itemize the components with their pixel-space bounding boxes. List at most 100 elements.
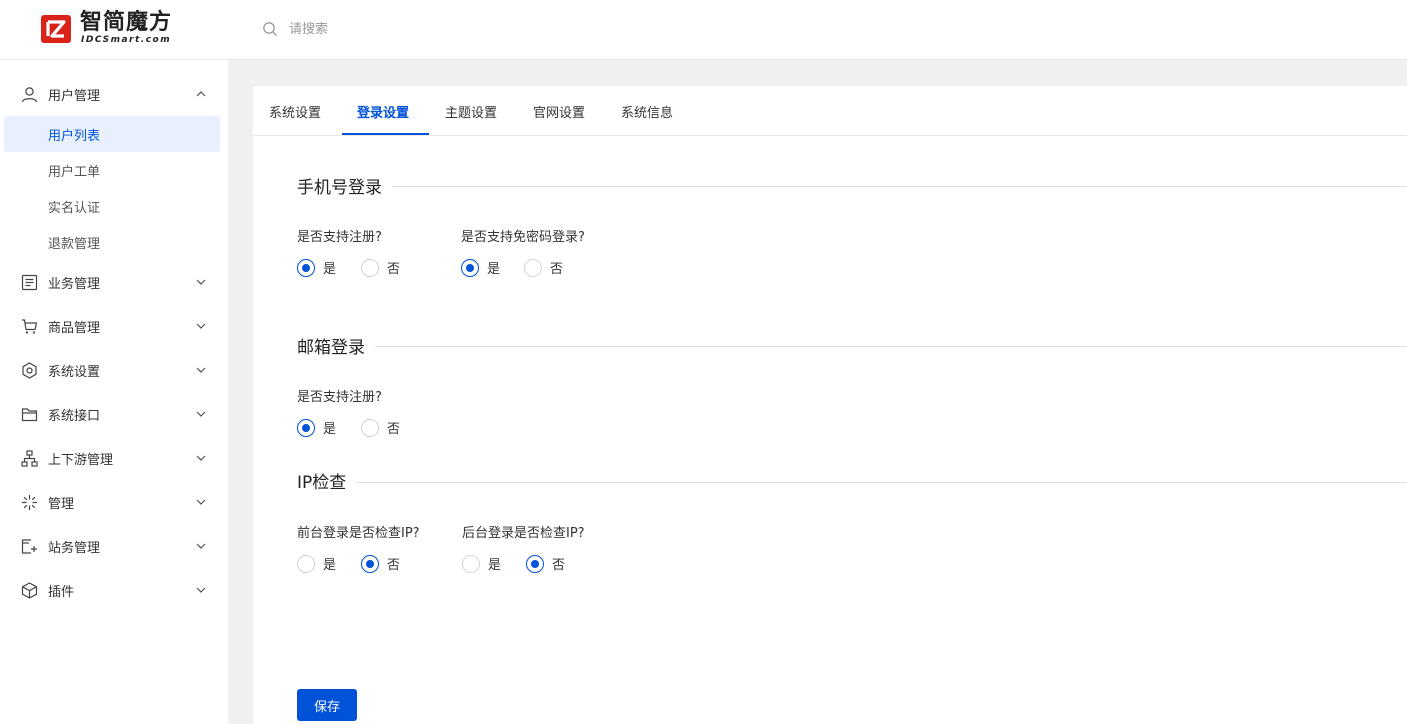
- question-phone-register: 是否支持注册?: [297, 230, 382, 245]
- sidebar-item-user-list[interactable]: 用户列表: [4, 116, 220, 152]
- sidebar-item-refunds[interactable]: 退款管理: [4, 224, 220, 260]
- sidebar: 用户管理 用户列表 用户工单 实名认证 退款管理 业务管理 商品管理 系统设置 …: [0, 60, 228, 724]
- sidebar-group-user-management[interactable]: 用户管理: [0, 72, 228, 116]
- chevron-down-icon: [196, 499, 206, 505]
- sparkle-icon: [22, 495, 37, 510]
- chevron-up-icon: [196, 91, 206, 97]
- window-add-icon: [21, 539, 37, 554]
- brand-subtitle: IDCSmart.com: [81, 35, 172, 45]
- sidebar-group-label: 插件: [48, 585, 75, 600]
- sidebar-group-label: 用户管理: [48, 89, 101, 104]
- search-input[interactable]: [289, 21, 489, 37]
- hierarchy-icon: [21, 450, 38, 467]
- sidebar-item-label: 退款管理: [48, 237, 101, 252]
- sidebar-group-label: 系统接口: [48, 409, 101, 424]
- list-icon: [21, 274, 38, 291]
- folder-icon: [21, 408, 38, 422]
- sidebar-group-label: 业务管理: [48, 277, 101, 292]
- tab-website-settings[interactable]: 官网设置: [533, 102, 585, 121]
- global-search[interactable]: [262, 18, 489, 40]
- radio-phone-register-no[interactable]: 否: [361, 258, 400, 277]
- sidebar-group-label: 系统设置: [48, 365, 101, 380]
- section-title-ip-check: IP检查: [297, 468, 357, 493]
- sidebar-item-label: 实名认证: [48, 201, 101, 216]
- sidebar-group-plugins[interactable]: 插件: [0, 568, 228, 612]
- question-email-register: 是否支持注册?: [297, 390, 382, 405]
- user-icon: [21, 87, 38, 103]
- sidebar-item-label: 用户工单: [48, 165, 101, 180]
- question-phone-passwordless: 是否支持免密码登录?: [461, 230, 585, 245]
- radio-circle: [297, 258, 315, 277]
- radio-phone-passwordless-no[interactable]: 否: [524, 258, 563, 277]
- sidebar-group-upstream-downstream[interactable]: 上下游管理: [0, 436, 228, 480]
- section-divider: [297, 482, 1407, 483]
- settings-card: 系统设置 登录设置 主题设置 官网设置 系统信息 手机号登录 是否支持注册? 是…: [253, 86, 1407, 724]
- radio-phone-passwordless-yes[interactable]: 是: [461, 258, 500, 277]
- radio-label: 否: [387, 262, 401, 277]
- sidebar-group-products[interactable]: 商品管理: [0, 304, 228, 348]
- sidebar-group-label: 上下游管理: [48, 453, 114, 468]
- radio-label: 是: [487, 262, 501, 277]
- chevron-down-icon: [196, 411, 206, 417]
- section-divider: [297, 186, 1407, 187]
- sidebar-group-site-affairs[interactable]: 站务管理: [0, 524, 228, 568]
- sidebar-item-user-tickets[interactable]: 用户工单: [4, 152, 220, 188]
- tab-system-settings[interactable]: 系统设置: [269, 102, 321, 121]
- tab-theme-settings[interactable]: 主题设置: [445, 102, 497, 121]
- radio-circle: [526, 554, 544, 573]
- radio-label: 否: [552, 558, 566, 573]
- radio-frontend-ip-yes[interactable]: 是: [297, 554, 336, 573]
- settings-tabs: 系统设置 登录设置 主题设置 官网设置 系统信息: [253, 86, 1407, 136]
- sidebar-group-label: 商品管理: [48, 321, 101, 336]
- radio-label: 否: [550, 262, 564, 277]
- radio-circle: [462, 554, 480, 573]
- brand-logo[interactable]: 智简魔方 IDCSmart.com: [40, 11, 200, 47]
- sidebar-group-system-api[interactable]: 系统接口: [0, 392, 228, 436]
- brand-name: 智简魔方: [80, 10, 173, 35]
- hexagon-settings-icon: [22, 362, 37, 379]
- radio-backend-ip-no[interactable]: 否: [526, 554, 565, 573]
- radio-backend-ip-yes[interactable]: 是: [462, 554, 501, 573]
- radio-circle: [361, 554, 379, 573]
- chevron-down-icon: [196, 455, 206, 461]
- chevron-down-icon: [196, 367, 206, 373]
- sidebar-group-label: 站务管理: [48, 541, 101, 556]
- radio-frontend-ip-no[interactable]: 否: [361, 554, 400, 573]
- tab-system-info[interactable]: 系统信息: [621, 102, 673, 121]
- section-title-email-login: 邮箱登录: [297, 333, 375, 358]
- radio-email-register-yes[interactable]: 是: [297, 418, 336, 437]
- tab-login-settings[interactable]: 登录设置: [357, 102, 409, 121]
- radio-circle: [297, 554, 315, 573]
- section-divider: [297, 346, 1407, 347]
- radio-circle: [361, 258, 379, 277]
- chevron-down-icon: [196, 587, 206, 593]
- section-title-phone-login: 手机号登录: [297, 173, 392, 198]
- sidebar-group-management[interactable]: 管理: [0, 480, 228, 524]
- save-button[interactable]: 保存: [297, 689, 357, 721]
- brand-logo-icon: [41, 15, 71, 43]
- radio-label: 是: [488, 558, 502, 573]
- radio-phone-register-yes[interactable]: 是: [297, 258, 336, 277]
- radio-label: 是: [323, 422, 337, 437]
- active-tab-indicator: [342, 133, 429, 135]
- radio-label: 是: [323, 558, 337, 573]
- sidebar-group-business[interactable]: 业务管理: [0, 260, 228, 304]
- sidebar-group-system-settings[interactable]: 系统设置: [0, 348, 228, 392]
- sidebar-item-real-name-auth[interactable]: 实名认证: [4, 188, 220, 224]
- cube-icon: [21, 582, 38, 599]
- radio-circle: [524, 258, 542, 277]
- top-header: 智简魔方 IDCSmart.com: [0, 0, 1407, 60]
- radio-circle: [461, 258, 479, 277]
- chevron-down-icon: [196, 323, 206, 329]
- chevron-down-icon: [196, 543, 206, 549]
- radio-label: 否: [387, 422, 401, 437]
- question-frontend-ip-check: 前台登录是否检查IP?: [297, 526, 420, 541]
- radio-label: 是: [323, 262, 337, 277]
- sidebar-group-label: 管理: [48, 497, 75, 512]
- radio-email-register-no[interactable]: 否: [361, 418, 400, 437]
- radio-circle: [361, 418, 379, 437]
- cart-icon: [22, 319, 38, 334]
- search-icon: [263, 22, 277, 36]
- question-backend-ip-check: 后台登录是否检查IP?: [462, 526, 585, 541]
- chevron-down-icon: [196, 279, 206, 285]
